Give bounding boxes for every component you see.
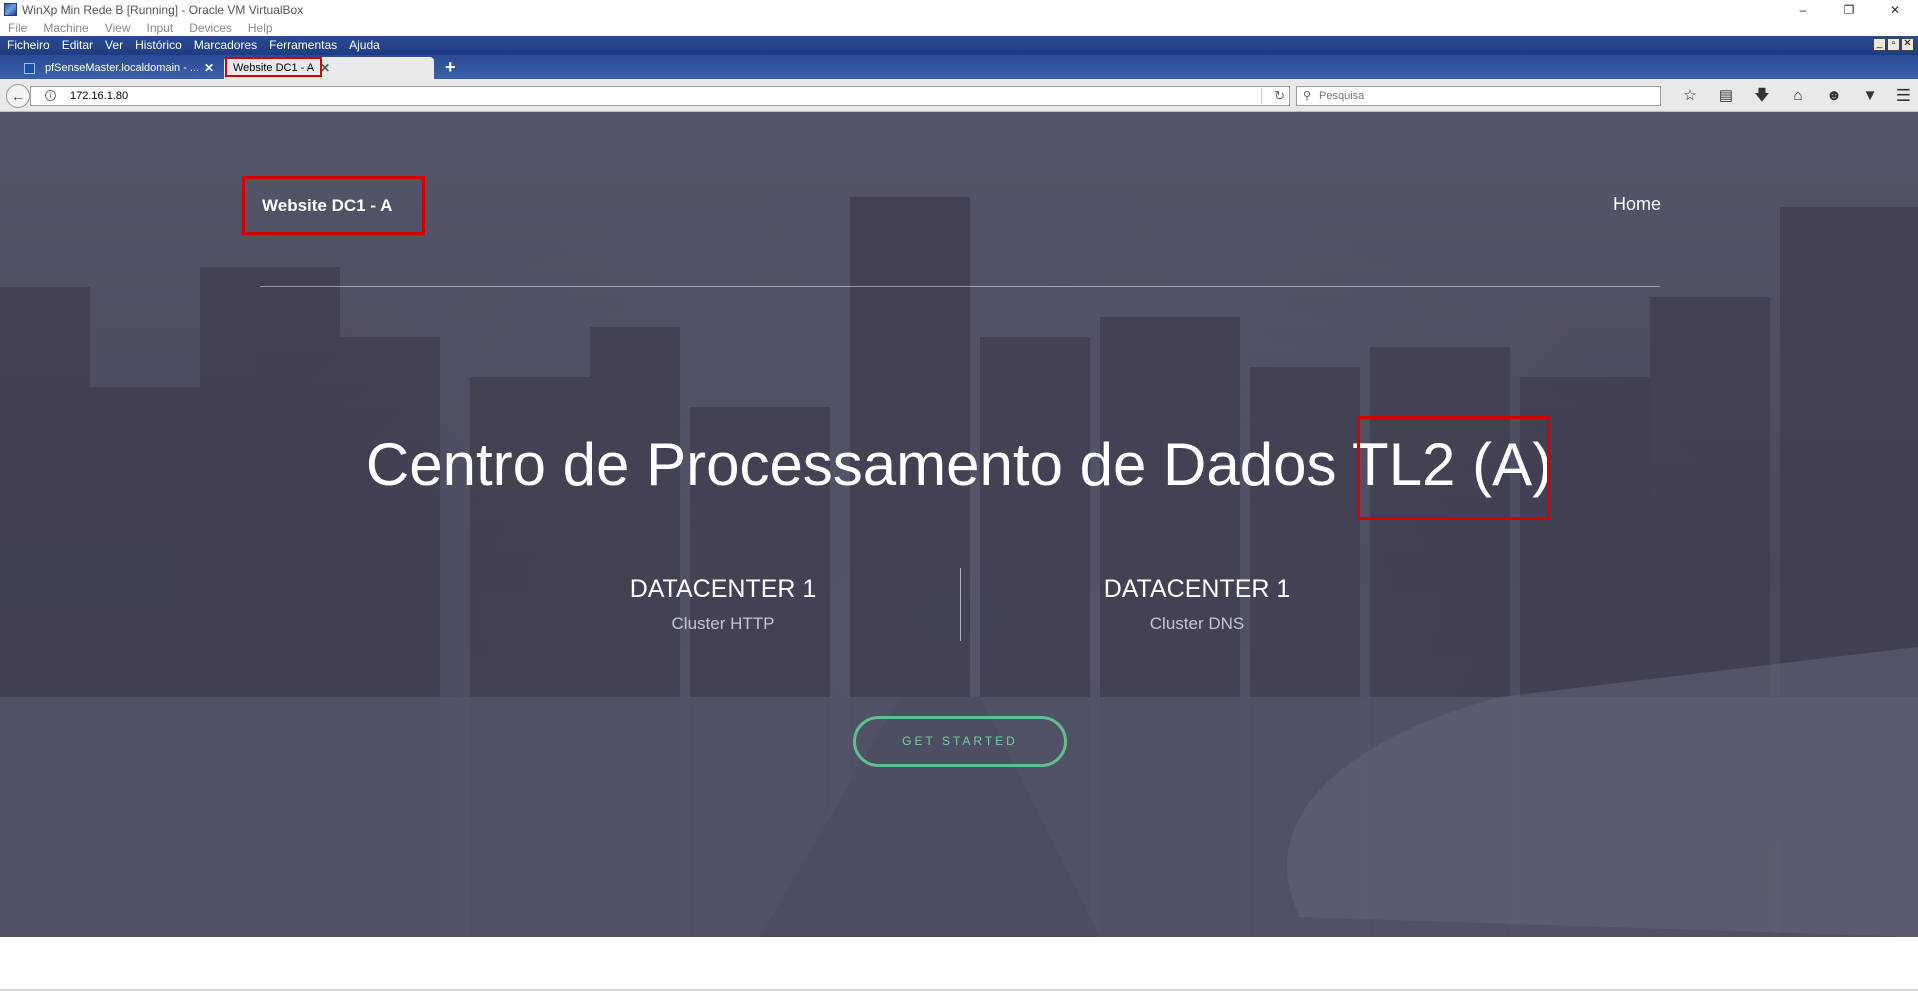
- search-input[interactable]: ⚲ Pesquisa: [1296, 86, 1661, 106]
- tab-website-dc1[interactable]: Website DC1 - A ✕: [224, 57, 434, 79]
- reload-icon[interactable]: ↻: [1274, 87, 1285, 105]
- guest-restore-button[interactable]: ▫: [1887, 38, 1900, 51]
- tab-label: Website DC1 - A: [225, 57, 323, 77]
- restore-button[interactable]: ❐: [1826, 0, 1872, 20]
- pocket-icon[interactable]: ▼: [1852, 85, 1888, 107]
- tab-strip: pfSenseMaster.localdomain - ... ✕ Websit…: [0, 55, 1918, 79]
- menu-marcadores[interactable]: Marcadores: [194, 36, 257, 55]
- guest-window-controls: _ ▫ ✕: [1873, 38, 1914, 51]
- column-divider: [960, 568, 961, 641]
- search-icon: ⚲: [1303, 90, 1312, 102]
- menu-ajuda[interactable]: Ajuda: [349, 36, 380, 55]
- pfsense-favicon-icon: [24, 63, 35, 74]
- url-text[interactable]: 172.16.1.80: [70, 87, 128, 105]
- menu-icon[interactable]: ☰: [1896, 85, 1911, 107]
- window-title: WinXp Min Rede B [Running] - Oracle VM V…: [22, 3, 304, 17]
- firefox-menubar: Ficheiro Editar Ver Histórico Marcadores…: [0, 36, 1918, 55]
- site-brand-link[interactable]: Website DC1 - A: [242, 176, 425, 235]
- minimize-button[interactable]: –: [1780, 0, 1826, 20]
- menu-devices[interactable]: Devices: [189, 20, 232, 36]
- tab-pfsense[interactable]: pfSenseMaster.localdomain - ... ✕: [0, 57, 222, 79]
- get-started-button[interactable]: GET STARTED: [853, 716, 1067, 767]
- datacenter-subtitle: Cluster HTTP: [671, 614, 775, 633]
- menu-input[interactable]: Input: [147, 20, 174, 36]
- menu-ficheiro[interactable]: Ficheiro: [7, 36, 50, 55]
- home-icon[interactable]: ⌂: [1780, 85, 1816, 107]
- address-bar[interactable]: i 172.16.1.80 ↻: [30, 86, 1290, 106]
- window-bottom-edge: [0, 989, 1918, 991]
- toolbar-icons: ☆ ▤ 🡇 ⌂ ☻ ▼: [1672, 85, 1888, 107]
- page-headline: Centro de Processamento de Dados TL2 (A): [0, 416, 1918, 520]
- urlbar-divider: [1261, 89, 1262, 103]
- menu-ver[interactable]: Ver: [105, 36, 123, 55]
- window-controls: – ❐ ✕: [1780, 0, 1918, 20]
- tab-close-icon[interactable]: ✕: [320, 57, 330, 79]
- search-placeholder: Pesquisa: [1319, 90, 1365, 102]
- menu-machine[interactable]: Machine: [43, 20, 88, 36]
- nav-home-link[interactable]: Home: [1613, 194, 1661, 215]
- menu-view[interactable]: View: [105, 20, 131, 36]
- header-divider: [260, 286, 1660, 287]
- navigation-toolbar: ← i 172.16.1.80 ↻ ⚲ Pesquisa ☆ ▤ 🡇 ⌂ ☻ ▼…: [0, 79, 1918, 112]
- clipboard-icon[interactable]: ▤: [1708, 85, 1744, 107]
- highlight-box: [1357, 416, 1550, 520]
- datacenter-title: DATACENTER 1: [1103, 575, 1291, 603]
- hero-section: Website DC1 - A Home Centro de Processam…: [0, 112, 1918, 937]
- datacenter-title: DATACENTER 1: [629, 575, 817, 603]
- back-button[interactable]: ←: [6, 84, 30, 108]
- guest-close-button[interactable]: ✕: [1901, 38, 1914, 51]
- tab-close-icon[interactable]: ✕: [204, 57, 214, 79]
- datacenter-dns: DATACENTER 1 Cluster DNS: [1007, 574, 1387, 634]
- new-tab-button[interactable]: +: [445, 55, 456, 79]
- menu-editar[interactable]: Editar: [62, 36, 93, 55]
- guest-minimize-button[interactable]: _: [1873, 38, 1886, 51]
- hero-overlay: [0, 112, 1918, 937]
- tab-label: pfSenseMaster.localdomain - ...: [45, 62, 200, 74]
- menu-file[interactable]: File: [8, 20, 27, 36]
- info-icon[interactable]: i: [45, 90, 56, 101]
- menu-historico[interactable]: Histórico: [135, 36, 182, 55]
- page-bottom-area: [0, 937, 1918, 995]
- menu-help[interactable]: Help: [248, 20, 273, 36]
- close-button[interactable]: ✕: [1872, 0, 1918, 20]
- datacenter-http: DATACENTER 1 Cluster HTTP: [533, 574, 913, 634]
- virtualbox-app-icon: [4, 3, 17, 16]
- menu-ferramentas[interactable]: Ferramentas: [269, 36, 337, 55]
- download-icon[interactable]: 🡇: [1744, 85, 1780, 107]
- datacenter-subtitle: Cluster DNS: [1149, 614, 1245, 633]
- star-icon[interactable]: ☆: [1672, 85, 1708, 107]
- vbox-menubar: File Machine View Input Devices Help: [0, 20, 1918, 36]
- vbox-titlebar: WinXp Min Rede B [Running] - Oracle VM V…: [0, 0, 1918, 20]
- smiley-icon[interactable]: ☻: [1816, 85, 1852, 107]
